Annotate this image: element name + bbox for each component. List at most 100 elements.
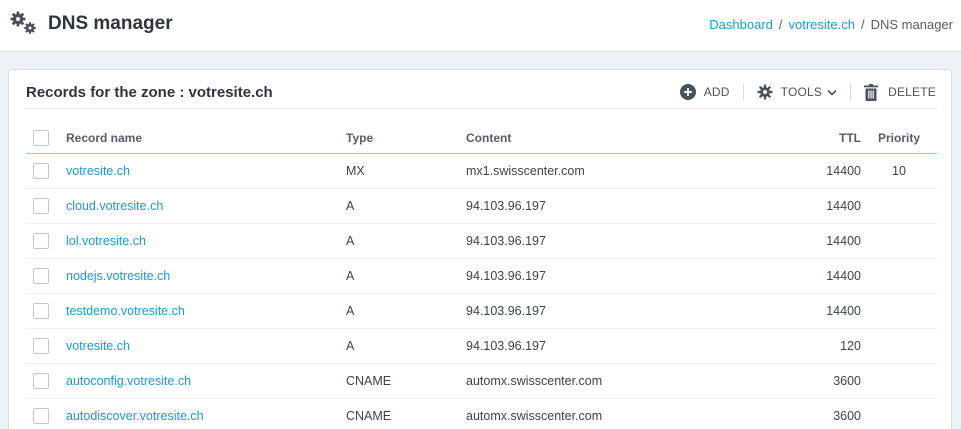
record-type: A: [346, 328, 466, 364]
record-type: A: [346, 258, 466, 294]
breadcrumb-separator: /: [778, 17, 783, 32]
record-name-link[interactable]: autodiscover.votresite.ch: [66, 409, 204, 423]
record-type: A: [346, 293, 466, 329]
column-header-priority[interactable]: Priority: [861, 123, 937, 154]
dns-records-table: Record name Type Content TTL Priority vo…: [26, 123, 937, 429]
record-ttl: 14400: [756, 258, 861, 294]
card-title: Records for the zone : votresite.ch: [26, 84, 273, 101]
record-priority: [861, 328, 937, 364]
row-select-cell: [26, 223, 66, 259]
record-name-cell: nodejs.votresite.ch: [66, 258, 346, 294]
table-row: cloud.votresite.ch A 94.103.96.197 14400: [26, 188, 937, 224]
table-row: nodejs.votresite.ch A 94.103.96.197 1440…: [26, 258, 937, 294]
row-checkbox[interactable]: [33, 162, 49, 179]
record-content: mx1.swisscenter.com: [466, 153, 756, 189]
record-type: A: [346, 188, 466, 224]
row-checkbox[interactable]: [33, 302, 49, 319]
table-header-row: Record name Type Content TTL Priority: [26, 123, 937, 154]
record-content: 94.103.96.197: [466, 258, 756, 294]
record-name-link[interactable]: cloud.votresite.ch: [66, 199, 163, 213]
record-type: A: [346, 223, 466, 259]
row-select-cell: [26, 398, 66, 429]
record-content: automx.swisscenter.com: [466, 363, 756, 399]
add-button[interactable]: ADD: [679, 84, 730, 100]
row-checkbox[interactable]: [33, 197, 49, 214]
delete-label: DELETE: [888, 85, 936, 99]
table-row: lol.votresite.ch A 94.103.96.197 14400: [26, 223, 937, 259]
record-priority: [861, 258, 937, 294]
records-card: Records for the zone : votresite.ch ADD: [8, 69, 952, 429]
record-ttl: 14400: [756, 223, 861, 259]
gear-icon: [757, 84, 773, 100]
record-content: 94.103.96.197: [466, 188, 756, 224]
row-checkbox[interactable]: [33, 407, 49, 424]
record-ttl: 3600: [756, 363, 861, 399]
divider: [850, 84, 852, 100]
record-ttl: 14400: [756, 153, 861, 189]
record-content: 94.103.96.197: [466, 223, 756, 259]
breadcrumb-dashboard[interactable]: Dashboard: [709, 17, 773, 32]
breadcrumb-zone[interactable]: votresite.ch: [789, 17, 855, 32]
column-header-ttl[interactable]: TTL: [756, 123, 861, 154]
table-row: autoconfig.votresite.ch CNAME automx.swi…: [26, 363, 937, 399]
card-header-divider: [25, 108, 937, 109]
record-priority: [861, 398, 937, 429]
record-name-link[interactable]: nodejs.votresite.ch: [66, 269, 170, 283]
record-name-cell: autodiscover.votresite.ch: [66, 398, 346, 429]
table-row: votresite.ch A 94.103.96.197 120: [26, 328, 937, 364]
add-label: ADD: [703, 85, 730, 99]
trash-icon: [864, 83, 879, 101]
record-content: 94.103.96.197: [466, 328, 756, 364]
row-select-cell: [26, 293, 66, 329]
record-name-link[interactable]: testdemo.votresite.ch: [66, 304, 185, 318]
row-checkbox[interactable]: [33, 267, 49, 284]
record-name-cell: votresite.ch: [66, 328, 346, 364]
row-select-cell: [26, 363, 66, 399]
record-type: CNAME: [346, 398, 466, 429]
page-title: DNS manager: [48, 13, 173, 34]
record-ttl: 3600: [756, 398, 861, 429]
tools-dropdown[interactable]: TOOLS: [757, 84, 837, 100]
column-header-type[interactable]: Type: [346, 123, 466, 154]
row-select-cell: [26, 153, 66, 189]
delete-button[interactable]: DELETE: [864, 83, 936, 101]
row-select-cell: [26, 258, 66, 294]
divider: [742, 84, 744, 100]
record-name-cell: lol.votresite.ch: [66, 223, 346, 259]
record-priority: [861, 188, 937, 224]
row-checkbox[interactable]: [33, 372, 49, 389]
record-name-link[interactable]: lol.votresite.ch: [66, 234, 146, 248]
record-name-cell: autoconfig.votresite.ch: [66, 363, 346, 399]
record-ttl: 120: [756, 328, 861, 364]
record-type: CNAME: [346, 363, 466, 399]
select-all-checkbox[interactable]: [33, 129, 49, 146]
card-actions: ADD TOOLS DELETE: [679, 82, 936, 102]
row-select-cell: [26, 188, 66, 224]
column-header-record-name[interactable]: Record name: [66, 123, 346, 154]
top-bar: DNS manager Dashboard / votresite.ch / DNS m…: [0, 0, 961, 52]
record-content: automx.swisscenter.com: [466, 398, 756, 429]
record-type: MX: [346, 153, 466, 189]
breadcrumb: Dashboard / votresite.ch / DNS manager: [709, 17, 953, 32]
record-ttl: 14400: [756, 188, 861, 224]
plus-circle-icon: [679, 84, 696, 100]
record-name-link[interactable]: autoconfig.votresite.ch: [66, 374, 191, 388]
row-select-cell: [26, 328, 66, 364]
chevron-down-icon: [827, 89, 837, 96]
table-row: autodiscover.votresite.ch CNAME automx.s…: [26, 398, 937, 429]
record-priority: [861, 223, 937, 259]
gears-icon: [10, 11, 36, 34]
record-name-link[interactable]: votresite.ch: [66, 164, 130, 178]
record-priority: 10: [861, 153, 937, 189]
record-priority: [861, 293, 937, 329]
row-checkbox[interactable]: [33, 232, 49, 249]
breadcrumb-current: DNS manager: [870, 17, 953, 32]
row-checkbox[interactable]: [33, 337, 49, 354]
select-all-cell: [26, 123, 66, 154]
record-content: 94.103.96.197: [466, 293, 756, 329]
record-ttl: 14400: [756, 293, 861, 329]
record-name-cell: testdemo.votresite.ch: [66, 293, 346, 329]
record-name-link[interactable]: votresite.ch: [66, 339, 130, 353]
record-name-cell: votresite.ch: [66, 153, 346, 189]
column-header-content[interactable]: Content: [466, 123, 756, 154]
